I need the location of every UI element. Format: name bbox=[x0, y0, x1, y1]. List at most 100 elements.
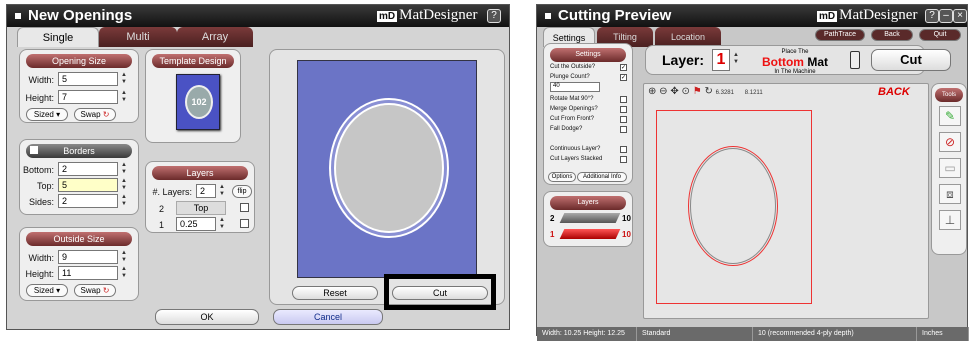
border-sides-input[interactable]: 2 bbox=[58, 194, 118, 208]
layer-2-checkbox[interactable] bbox=[240, 203, 249, 212]
settings-heading: Settings bbox=[550, 48, 626, 62]
height-spinner[interactable]: ▲ ▼ bbox=[120, 90, 128, 104]
zoom-fit-icon[interactable]: ✥ bbox=[670, 86, 678, 97]
setting-label: Plunge Count? bbox=[550, 74, 590, 80]
bottom-label: Bottom: bbox=[22, 165, 54, 175]
layer-value[interactable]: 1 bbox=[712, 49, 730, 71]
bottom-spinner[interactable]: ▲ ▼ bbox=[120, 162, 128, 176]
outside-swap-button[interactable]: Swap ↻ bbox=[74, 284, 116, 297]
cancel-button[interactable]: Cancel bbox=[273, 309, 383, 325]
title-bar: Cutting Preview mD MatDesigner ? – × bbox=[537, 5, 967, 27]
layer-1-checkbox[interactable] bbox=[240, 219, 249, 228]
template-heading: Template Design bbox=[152, 54, 234, 68]
border-top-input[interactable]: 5 bbox=[58, 178, 118, 192]
layer-label: Layer: bbox=[662, 52, 705, 68]
title-bar: New Openings mD MatDesigner ? bbox=[7, 5, 509, 27]
outside-width-input[interactable]: 9 bbox=[58, 250, 118, 264]
swap-button[interactable]: Swap ↻ bbox=[74, 108, 116, 121]
borders-heading: Borders bbox=[26, 144, 132, 158]
help-icon[interactable]: ? bbox=[487, 9, 501, 23]
width-spinner[interactable]: ▲ ▼ bbox=[120, 72, 128, 86]
setting-checkbox[interactable] bbox=[620, 116, 627, 123]
cut-button[interactable]: Cut bbox=[871, 49, 951, 71]
zoom-out-icon[interactable]: ⊖ bbox=[659, 86, 667, 97]
layer-1-number: 1 bbox=[550, 230, 555, 239]
pen-tool-icon[interactable]: ✎ bbox=[939, 106, 961, 126]
close-icon[interactable]: × bbox=[953, 9, 967, 23]
outside-size-heading: Outside Size bbox=[26, 232, 132, 246]
tools-heading: Tools bbox=[935, 88, 963, 102]
blank-tool-icon[interactable]: ▭ bbox=[939, 158, 961, 178]
outside-sized-dropdown[interactable]: Sized ▾ bbox=[26, 284, 68, 297]
layer-2-bar[interactable] bbox=[559, 213, 621, 223]
additional-info-tab[interactable]: Additional Info bbox=[577, 172, 627, 182]
layer-1-value: 10 bbox=[622, 230, 631, 239]
setting-checkbox[interactable] bbox=[620, 126, 627, 133]
status-depth: 10 (recommended 4-ply depth) bbox=[753, 327, 917, 341]
status-mode: Standard bbox=[637, 327, 753, 341]
sized-dropdown[interactable]: Sized ▾ bbox=[26, 108, 68, 121]
path-icon[interactable]: ⚑ bbox=[693, 86, 702, 97]
refresh-icon[interactable]: ↻ bbox=[704, 86, 712, 97]
options-tab[interactable]: Options bbox=[548, 172, 576, 182]
reset-button[interactable]: Reset bbox=[292, 286, 378, 300]
setting-label: Rotate Mat 90°? bbox=[550, 96, 594, 102]
zoom-reset-icon[interactable]: ⊙ bbox=[682, 86, 690, 97]
opening-width-input[interactable]: 5 bbox=[58, 72, 118, 86]
new-openings-window: New Openings mD MatDesigner ? Single Mult… bbox=[6, 4, 510, 330]
window-title: Cutting Preview bbox=[545, 7, 671, 24]
template-oval: 102 bbox=[185, 85, 213, 119]
outside-height-spinner[interactable]: ▲ ▼ bbox=[120, 266, 128, 280]
setting-checkbox[interactable] bbox=[620, 156, 627, 163]
top-label: Top: bbox=[36, 181, 54, 191]
outside-height-input[interactable]: 11 bbox=[58, 266, 118, 280]
top-spinner[interactable]: ▲ ▼ bbox=[120, 178, 128, 192]
border-bottom-input[interactable]: 2 bbox=[58, 162, 118, 176]
layer-1-bar[interactable] bbox=[559, 229, 621, 239]
brand-logo: mD MatDesigner bbox=[817, 7, 918, 23]
layer-row-2-number: 2 bbox=[158, 204, 164, 214]
layer-1-spinner[interactable]: ▲ ▼ bbox=[218, 217, 226, 231]
borders-panel: Borders Bottom: 2 ▲ ▼ Top: 5 ▲ ▼ Sides: 2 … bbox=[19, 139, 139, 215]
layer-count-input[interactable]: 2 bbox=[196, 184, 216, 198]
flip-button[interactable]: flip bbox=[232, 185, 252, 198]
tab-multi[interactable]: Multi bbox=[99, 27, 177, 47]
layer-count-label: #. Layers: bbox=[152, 187, 192, 197]
machine-lever-icon[interactable] bbox=[850, 51, 860, 69]
frame-tool-icon[interactable]: ⧈ bbox=[939, 184, 961, 204]
setting-checkbox[interactable] bbox=[620, 106, 627, 113]
setting-checkbox[interactable] bbox=[620, 96, 627, 103]
setting-checkbox[interactable] bbox=[620, 146, 627, 153]
template-thumbnail[interactable]: 102 bbox=[176, 74, 220, 130]
sides-spinner[interactable]: ▲ ▼ bbox=[120, 194, 128, 208]
tab-single[interactable]: Single bbox=[17, 27, 99, 47]
pathtrace-button[interactable]: PathTrace bbox=[815, 29, 865, 41]
layer-2-number: 2 bbox=[550, 214, 555, 223]
setting-label: Cut the Outside? bbox=[550, 64, 596, 70]
minimize-icon[interactable]: – bbox=[939, 9, 953, 23]
setting-label: Fall Dodge? bbox=[550, 126, 583, 132]
layer-1-input[interactable]: 0.25 bbox=[176, 217, 216, 231]
opening-height-input[interactable]: 7 bbox=[58, 90, 118, 104]
pin-tool-icon[interactable]: ⊥ bbox=[939, 210, 961, 230]
outside-width-spinner[interactable]: ▲ ▼ bbox=[120, 250, 128, 264]
setting-label: Cut From Front? bbox=[550, 116, 595, 122]
height-label: Height: bbox=[25, 93, 54, 103]
setting-checkbox[interactable]: ✓ bbox=[620, 74, 627, 81]
status-dimensions: Width: 10.25 Height: 12.25 bbox=[537, 327, 637, 341]
tab-location[interactable]: Location bbox=[655, 27, 721, 47]
quit-button[interactable]: Quit bbox=[919, 29, 961, 41]
zoom-in-icon[interactable]: ⊕ bbox=[648, 86, 656, 97]
help-icon[interactable]: ? bbox=[925, 9, 939, 23]
window-title: New Openings bbox=[15, 7, 132, 24]
preview-panel: Reset Cut bbox=[269, 49, 505, 310]
tab-array[interactable]: Array bbox=[177, 27, 253, 47]
no-cut-tool-icon[interactable]: ⊘ bbox=[939, 132, 961, 152]
sides-label: Sides: bbox=[28, 197, 54, 207]
layer-count-spinner[interactable]: ▲ ▼ bbox=[218, 184, 226, 198]
ok-button[interactable]: OK bbox=[155, 309, 259, 325]
plunge-count-input[interactable]: 40 bbox=[550, 82, 600, 92]
setting-checkbox[interactable]: ✓ bbox=[620, 64, 627, 71]
back-button[interactable]: Back bbox=[871, 29, 913, 41]
layer-spinner[interactable]: ▲ ▼ bbox=[732, 52, 740, 70]
